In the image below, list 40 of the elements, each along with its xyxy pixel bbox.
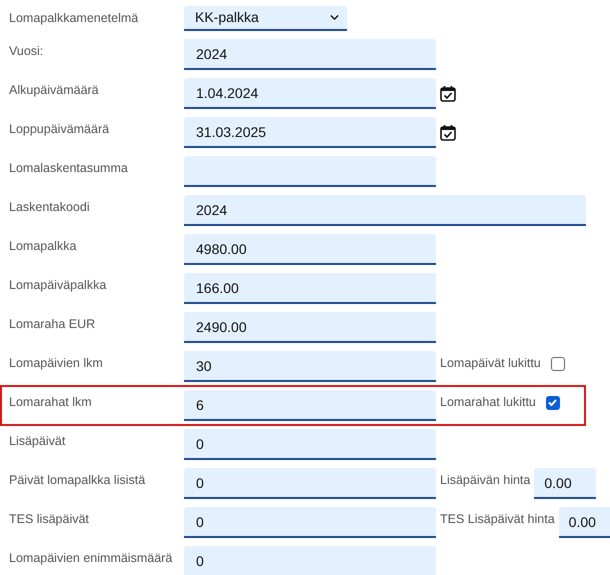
field-label: Lomapalkka xyxy=(8,238,78,255)
field-label: TES lisäpäivät xyxy=(8,511,90,528)
input-field[interactable]: 2490.00 xyxy=(184,312,436,343)
field-label: Lomapäiväpalkka xyxy=(8,277,108,294)
calendar-icon[interactable] xyxy=(440,85,456,102)
input-field[interactable]: 0 xyxy=(184,468,436,499)
field-label: Lomarahat lkm xyxy=(8,394,93,411)
checkbox[interactable] xyxy=(546,396,560,410)
field-label: Alkupäivämäärä xyxy=(8,82,100,99)
input-field[interactable]: 2024 xyxy=(184,195,586,226)
checkbox[interactable] xyxy=(550,356,565,370)
input-field[interactable]: 1.04.2024 xyxy=(184,78,436,109)
input-field[interactable] xyxy=(184,156,436,187)
field-label: Vuosi: xyxy=(8,43,44,60)
input-field[interactable]: 30 xyxy=(184,351,436,382)
field-label: Laskentakoodi xyxy=(8,199,91,216)
input-field[interactable]: 4980.00 xyxy=(184,234,436,265)
input-field[interactable]: 6 xyxy=(184,390,436,421)
checkbox-label: Lomapäivät lukittu xyxy=(440,355,541,372)
field-label: Lomapäivien enimmäismäärä xyxy=(8,550,174,567)
input-field[interactable]: 0 xyxy=(184,546,436,575)
select-field[interactable]: KK-palkka xyxy=(184,6,347,31)
calendar-icon[interactable] xyxy=(440,124,456,141)
field-label: Lisäpäivät xyxy=(8,433,66,450)
field-label: Loppupäivämäärä xyxy=(8,121,110,138)
field-label: Lomapalkkamenetelmä xyxy=(8,10,140,27)
input-field[interactable]: 0.00 xyxy=(534,468,596,499)
field-label: Lomaraha EUR xyxy=(8,316,96,333)
field-label: Päivät lomapalkka lisistä xyxy=(8,472,146,489)
field-label: TES Lisäpäivät hinta xyxy=(440,511,555,528)
field-label: Lisäpäivän hinta xyxy=(440,472,530,489)
input-field[interactable]: 31.03.2025 xyxy=(184,117,436,148)
field-label: Lomalaskentasumma xyxy=(8,160,129,177)
checkbox-label: Lomarahat lukittu xyxy=(440,394,536,411)
input-field[interactable]: 0 xyxy=(184,507,436,538)
input-field[interactable]: 0 xyxy=(184,429,436,460)
field-label: Lomapäivien lkm xyxy=(8,355,104,372)
input-field[interactable]: 0.00 xyxy=(558,507,610,538)
input-field[interactable]: 166.00 xyxy=(184,273,436,304)
input-field[interactable]: 2024 xyxy=(184,39,436,70)
